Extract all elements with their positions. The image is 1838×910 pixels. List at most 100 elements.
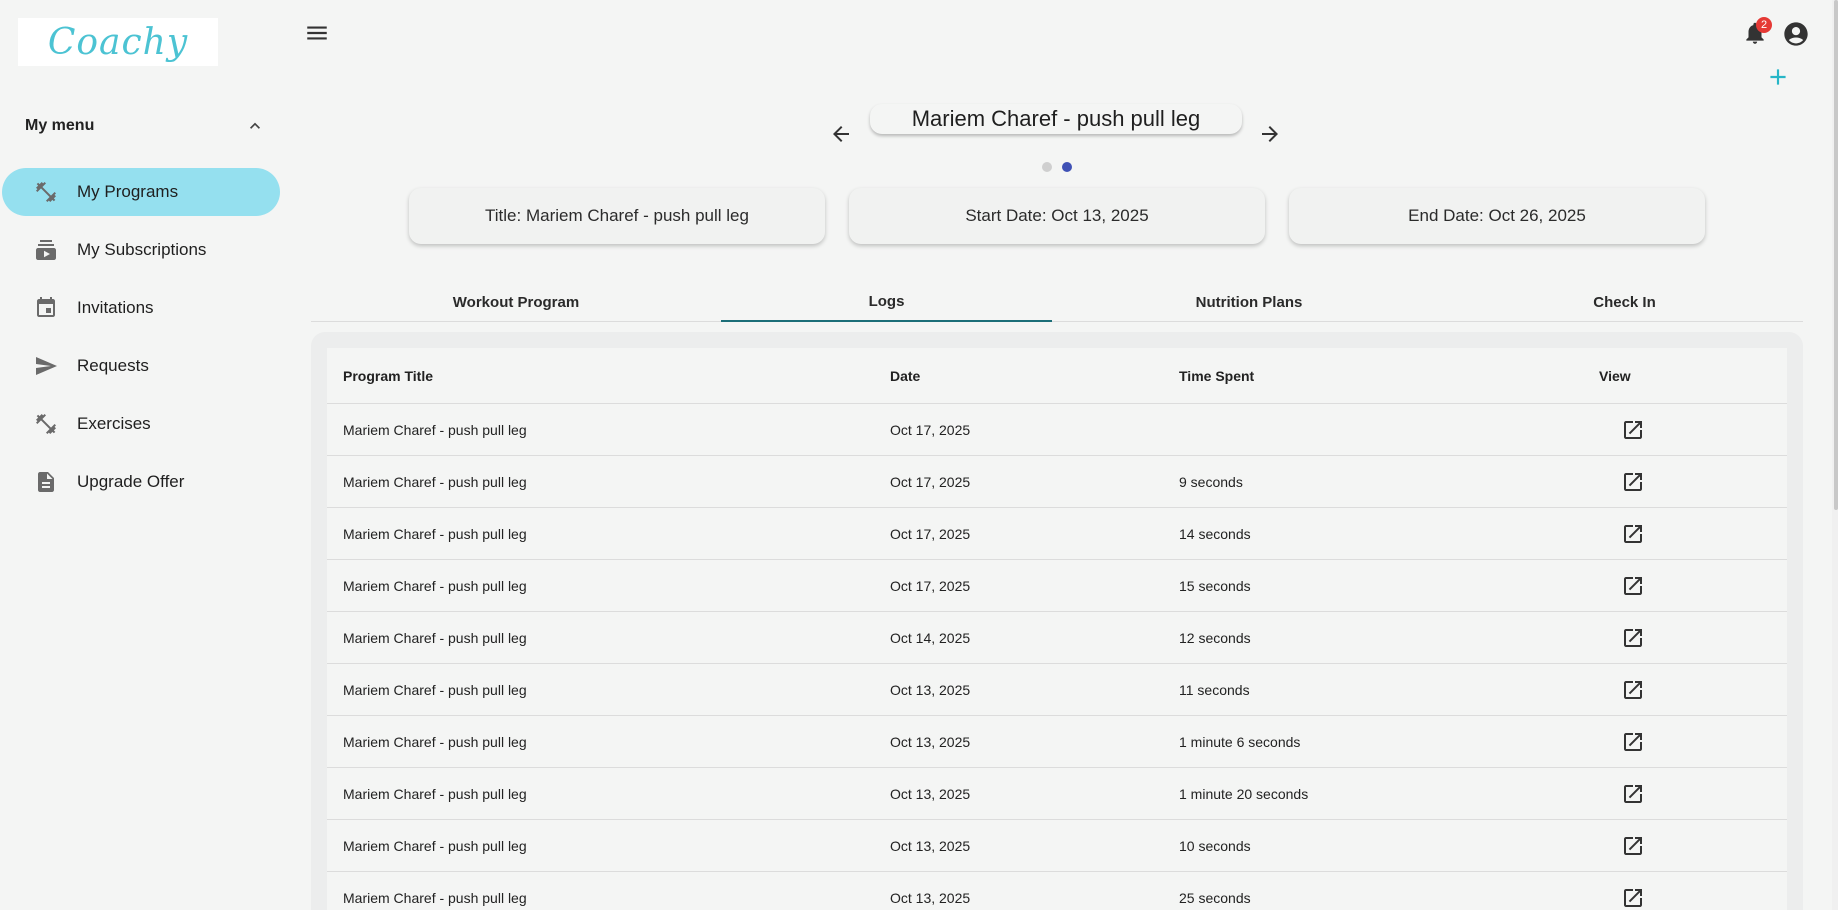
calendar-icon xyxy=(34,296,58,320)
add-icon[interactable] xyxy=(1765,64,1791,90)
cell-view xyxy=(1599,418,1787,442)
tab-nutrition-plans[interactable]: Nutrition Plans xyxy=(1052,282,1446,322)
carousel-dot-active[interactable] xyxy=(1062,162,1072,172)
account-button[interactable] xyxy=(1782,20,1810,48)
open-in-new-icon[interactable] xyxy=(1621,522,1645,546)
open-in-new-icon[interactable] xyxy=(1621,730,1645,754)
program-tabs: Workout Program Logs Nutrition Plans Che… xyxy=(311,282,1803,322)
cell-view xyxy=(1599,730,1787,754)
cell-date: Oct 17, 2025 xyxy=(890,525,971,542)
column-header-program-title: Program Title xyxy=(343,367,433,384)
program-carousel-title: Mariem Charef - push pull leg xyxy=(870,104,1242,134)
cell-date: Oct 17, 2025 xyxy=(890,421,971,438)
previous-program-arrow-icon[interactable] xyxy=(829,122,855,148)
brand-logo[interactable]: Coachy xyxy=(18,18,218,66)
table-row: Mariem Charef - push pull leg Oct 13, 202… xyxy=(327,664,1787,716)
sidebar-item-label: My Programs xyxy=(77,182,179,201)
tab-check-in[interactable]: Check In xyxy=(1446,282,1803,322)
cell-program-title: Mariem Charef - push pull leg xyxy=(343,525,527,542)
cell-time-spent: 14 seconds xyxy=(1179,525,1251,542)
sidebar-item-exercises[interactable]: Exercises xyxy=(2,400,280,448)
sidebar-item-upgrade-offer[interactable]: Upgrade Offer xyxy=(2,458,280,506)
menu-title: My menu xyxy=(25,117,95,134)
carousel-dot[interactable] xyxy=(1042,162,1052,172)
cell-time-spent: 12 seconds xyxy=(1179,629,1251,646)
open-in-new-icon[interactable] xyxy=(1621,626,1645,650)
end-date-card: End Date: Oct 26, 2025 xyxy=(1289,188,1705,244)
table-row: Mariem Charef - push pull leg Oct 17, 202… xyxy=(327,456,1787,508)
cell-time-spent: 25 seconds xyxy=(1179,889,1251,906)
table-header: Program Title Date Time Spent View xyxy=(327,348,1787,404)
cell-view xyxy=(1599,834,1787,858)
open-in-new-icon[interactable] xyxy=(1621,886,1645,910)
sidebar: Coachy My menu My Programs My Subscripti… xyxy=(0,0,282,910)
cell-time-spent: 10 seconds xyxy=(1179,837,1251,854)
cell-program-title: Mariem Charef - push pull leg xyxy=(343,473,527,490)
scrollbar-thumb[interactable] xyxy=(1834,0,1838,510)
cell-program-title: Mariem Charef - push pull leg xyxy=(343,889,527,906)
cell-view xyxy=(1599,886,1787,910)
cell-program-title: Mariem Charef - push pull leg xyxy=(343,785,527,802)
next-program-arrow-icon[interactable] xyxy=(1258,122,1284,148)
cell-date: Oct 17, 2025 xyxy=(890,473,971,490)
table-row: Mariem Charef - push pull leg Oct 13, 202… xyxy=(327,820,1787,872)
cell-time-spent: 1 minute 20 seconds xyxy=(1179,785,1309,802)
menu-header[interactable]: My menu xyxy=(25,112,265,140)
send-icon xyxy=(34,354,58,378)
program-title-card: Title: Mariem Charef - push pull leg xyxy=(409,188,825,244)
notifications-button[interactable]: 2 xyxy=(1742,17,1772,48)
cell-view xyxy=(1599,678,1787,702)
sidebar-item-label: Invitations xyxy=(77,298,154,317)
account-circle-icon xyxy=(1784,22,1808,46)
tab-logs[interactable]: Logs xyxy=(721,282,1052,322)
sidebar-item-my-programs[interactable]: My Programs xyxy=(2,168,280,216)
cell-date: Oct 13, 2025 xyxy=(890,733,971,750)
logs-table: Program Title Date Time Spent View Marie… xyxy=(327,348,1787,910)
cell-view xyxy=(1599,522,1787,546)
cell-time-spent: 15 seconds xyxy=(1179,577,1251,594)
menu-toggle-icon[interactable] xyxy=(304,20,330,46)
document-icon xyxy=(34,470,58,494)
open-in-new-icon[interactable] xyxy=(1621,574,1645,598)
open-in-new-icon[interactable] xyxy=(1621,678,1645,702)
open-in-new-icon[interactable] xyxy=(1621,470,1645,494)
open-in-new-icon[interactable] xyxy=(1621,834,1645,858)
cell-view xyxy=(1599,782,1787,806)
cell-program-title: Mariem Charef - push pull leg xyxy=(343,681,527,698)
table-row: Mariem Charef - push pull leg Oct 17, 202… xyxy=(327,560,1787,612)
sidebar-item-label: Exercises xyxy=(77,414,151,433)
sidebar-item-requests[interactable]: Requests xyxy=(2,342,280,390)
chevron-up-icon[interactable] xyxy=(245,116,265,136)
cell-date: Oct 13, 2025 xyxy=(890,889,971,906)
cell-program-title: Mariem Charef - push pull leg xyxy=(343,733,527,750)
cell-date: Oct 13, 2025 xyxy=(890,681,971,698)
sidebar-item-label: Upgrade Offer xyxy=(77,472,185,491)
logo-text: Coachy xyxy=(47,21,189,63)
cell-time-spent: 11 seconds xyxy=(1179,681,1250,698)
sidebar-item-invitations[interactable]: Invitations xyxy=(2,284,280,332)
sidebar-item-my-subscriptions[interactable]: My Subscriptions xyxy=(2,226,280,274)
table-row: Mariem Charef - push pull leg Oct 17, 202… xyxy=(327,508,1787,560)
cell-date: Oct 13, 2025 xyxy=(890,785,971,802)
fitness-icon xyxy=(34,180,58,204)
table-row: Mariem Charef - push pull leg Oct 13, 202… xyxy=(327,768,1787,820)
cell-view xyxy=(1599,574,1787,598)
fitness-icon xyxy=(34,412,58,436)
cell-date: Oct 14, 2025 xyxy=(890,629,971,646)
open-in-new-icon[interactable] xyxy=(1621,782,1645,806)
logs-table-container: Program Title Date Time Spent View Marie… xyxy=(311,332,1803,910)
table-row: Mariem Charef - push pull leg Oct 17, 202… xyxy=(327,404,1787,456)
cell-time-spent: 9 seconds xyxy=(1179,473,1243,490)
table-row: Mariem Charef - push pull leg Oct 13, 202… xyxy=(327,872,1787,910)
cell-program-title: Mariem Charef - push pull leg xyxy=(343,421,527,438)
table-body: Mariem Charef - push pull leg Oct 17, 202… xyxy=(327,404,1787,910)
tab-workout-program[interactable]: Workout Program xyxy=(311,282,721,322)
carousel-dots xyxy=(1042,162,1072,172)
column-header-date: Date xyxy=(890,367,921,384)
column-header-time-spent: Time Spent xyxy=(1179,367,1255,384)
open-in-new-icon[interactable] xyxy=(1621,418,1645,442)
cell-program-title: Mariem Charef - push pull leg xyxy=(343,577,527,594)
sidebar-item-label: My Subscriptions xyxy=(77,240,207,259)
notification-badge: 2 xyxy=(1756,17,1772,33)
start-date-card: Start Date: Oct 13, 2025 xyxy=(849,188,1265,244)
